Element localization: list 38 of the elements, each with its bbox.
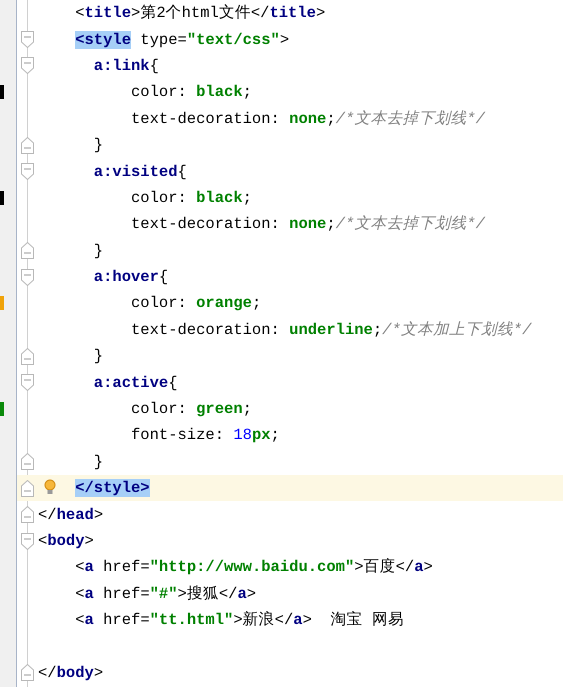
code-line: } xyxy=(92,452,104,473)
code-line: color: black; xyxy=(130,82,252,104)
code-line: </body> xyxy=(38,662,104,684)
fold-icon[interactable] xyxy=(21,57,34,74)
code-line: a:active{ xyxy=(92,372,178,394)
fold-icon[interactable] xyxy=(21,136,34,154)
code-line: color: orange; xyxy=(130,293,262,314)
code-line: a:link{ xyxy=(92,56,159,77)
code-line: color: black; xyxy=(130,188,252,209)
code-line: text-decoration: underline;/*文本加上下划线*/ xyxy=(130,320,532,341)
code-line: <a href="http://www.baidu.com">百度</a> xyxy=(74,557,433,578)
code-line: text-decoration: none;/*文本去掉下划线*/ xyxy=(130,214,485,236)
fold-icon[interactable] xyxy=(21,480,34,497)
fold-icon[interactable] xyxy=(21,268,34,286)
code-line: <title>第2个html文件</title> xyxy=(74,3,326,24)
fold-icon[interactable] xyxy=(21,348,34,365)
code-line: a:visited{ xyxy=(92,162,187,183)
fold-icon[interactable] xyxy=(21,532,34,550)
code-line: a:hover{ xyxy=(92,267,168,288)
fold-icon[interactable] xyxy=(21,31,34,48)
fold-icon[interactable] xyxy=(21,374,34,392)
code-line: text-decoration: none;/*文本去掉下划线*/ xyxy=(130,108,485,130)
code-line: } xyxy=(92,135,104,156)
fold-icon[interactable] xyxy=(21,163,34,180)
code-line: <style type="text/css"> xyxy=(74,30,290,51)
code-line: font-size: 18px; xyxy=(130,425,280,446)
fold-icon[interactable] xyxy=(21,506,34,524)
code-line: <a href="#">搜狐</a> xyxy=(74,584,256,605)
code-line: <body> xyxy=(38,531,94,552)
fold-icon[interactable] xyxy=(21,242,34,260)
code-line: </head> xyxy=(38,504,104,526)
code-line: color: green; xyxy=(130,399,252,420)
lightbulb-icon[interactable] xyxy=(44,479,56,496)
code-line: <a href="tt.html">新浪</a> 淘宝 网易 xyxy=(74,610,404,632)
code-line: } xyxy=(92,240,104,262)
code-line: } xyxy=(92,346,104,368)
fold-icon[interactable] xyxy=(21,453,34,470)
fold-icon[interactable] xyxy=(21,664,34,682)
